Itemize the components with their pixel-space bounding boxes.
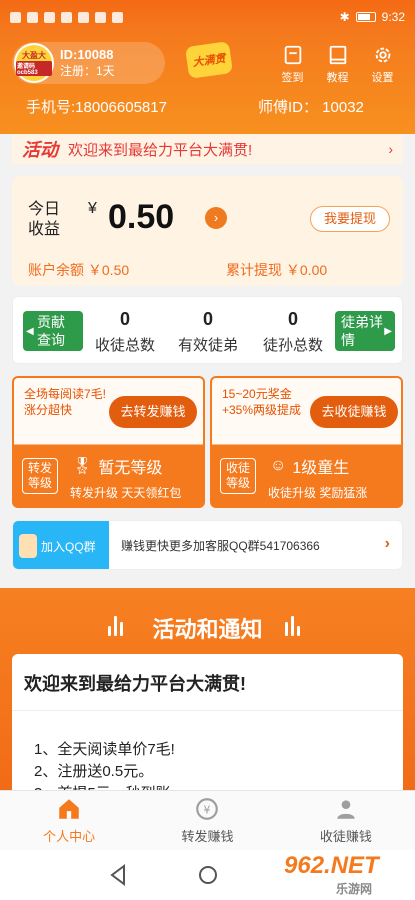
notices-title: 活动和通知 xyxy=(152,617,263,642)
notice-line: 1、全天阅读单价7毛! xyxy=(34,741,175,758)
signal-icon xyxy=(27,11,38,23)
apprentice-details-button[interactable]: 徒弟详情 ▶ xyxy=(335,311,395,351)
recruit-level: ☺ 1级童生 xyxy=(270,457,350,477)
notice-card-title: 欢迎来到最给力平台大满贯! xyxy=(24,674,246,694)
tab-recruit-earn[interactable]: 收徒赚钱 xyxy=(277,791,415,850)
checkin-button[interactable]: 签到 xyxy=(270,44,315,85)
tab-share-earn[interactable]: ¥ 转发赚钱 xyxy=(138,791,276,850)
earnings-detail-button[interactable]: › xyxy=(205,207,227,229)
recruit-level-desc: 收徒升级 奖励猛涨 xyxy=(268,486,368,500)
notification-icon xyxy=(112,11,123,23)
child-face-icon: ☺ xyxy=(270,457,287,474)
share-level-desc: 转发升级 天天领红包 xyxy=(70,486,182,500)
medal-icon: 🎖 xyxy=(72,458,93,475)
share-promo-text: 全场每阅读7毛! 涨分超快 xyxy=(24,387,107,417)
apprentice-stats: ◀ 贡献查询 0 收徒总数 0 有效徒弟 0 徒孙总数 徒弟详情 ▶ xyxy=(12,296,403,364)
settings-button[interactable]: 设置 xyxy=(360,44,405,85)
user-card: 大盈大 邀请码ocb583 ID:10088 注册：1天 xyxy=(12,42,165,84)
stat-total-apprentices: 0 收徒总数 xyxy=(94,309,155,354)
people-icon xyxy=(19,534,37,558)
home-circle-icon[interactable] xyxy=(197,864,219,886)
recruit-earn-card: 15~20元奖金+35%两级提成 去收徒赚钱 收徒等级 ☺ 1级童生 收徒升级 … xyxy=(210,376,403,508)
notification-icon xyxy=(78,11,89,23)
notification-icon xyxy=(95,11,106,23)
chevron-right-icon: › xyxy=(388,141,393,157)
master-id: 师傅ID： 10032 xyxy=(258,99,364,116)
back-icon[interactable] xyxy=(108,864,128,886)
recruit-promo-text: 15~20元奖金+35%两级提成 xyxy=(222,387,302,417)
divider xyxy=(12,710,403,711)
avatar[interactable]: 大盈大 邀请码ocb583 xyxy=(14,43,54,83)
withdraw-button[interactable]: 我要提现 xyxy=(310,206,390,232)
qq-group-banner[interactable]: 加入QQ群 赚钱更快更多加客服QQ群541706366 › xyxy=(12,520,403,570)
user-info: ID:10088 注册：1天 xyxy=(60,46,115,80)
phone-number: 手机号:18006605817 xyxy=(26,99,167,116)
notice-card: 欢迎来到最给力平台大满贯! 1、全天阅读单价7毛! 2、注册送0.5元。 3、首… xyxy=(12,654,403,790)
activity-banner[interactable]: 活动 欢迎来到最给力平台大满贯! › xyxy=(12,134,403,164)
earnings-card: 今日收益 ¥ 0.50 › 我要提现 账户余额 ￥0.50 累计提现 ￥0.00 xyxy=(12,176,403,286)
user-icon xyxy=(337,800,355,819)
header-actions: 签到 教程 设置 xyxy=(270,44,405,85)
profile-header: 大盈大 邀请码ocb583 ID:10088 注册：1天 大满贯 签到 教程 设… xyxy=(0,34,415,134)
chevron-right-icon: ▶ xyxy=(384,326,392,337)
currency-symbol: ¥ xyxy=(88,200,97,217)
notices-section: 活动和通知 欢迎来到最给力平台大满贯! 1、全天阅读单价7毛! 2、注册送0.5… xyxy=(0,588,415,790)
total-withdrawn: 累计提现 ￥0.00 xyxy=(226,262,328,278)
share-level: 🎖 暂无等级 xyxy=(72,458,163,477)
recruit-earn-button[interactable]: 去收徒赚钱 xyxy=(310,396,398,428)
sound-bars-icon xyxy=(285,612,300,636)
share-earn-button[interactable]: 去转发赚钱 xyxy=(109,396,197,428)
chevron-right-icon: › xyxy=(384,535,390,552)
app-logo: 大满贯 xyxy=(184,41,234,79)
contribution-query-button[interactable]: ◀ 贡献查询 xyxy=(23,311,83,351)
recruit-level-badge: 收徒等级 xyxy=(220,458,256,494)
share-earn-card: 全场每阅读7毛! 涨分超快 去转发赚钱 转发等级 🎖 暂无等级 转发升级 天天领… xyxy=(12,376,205,508)
share-level-badge: 转发等级 xyxy=(22,458,58,494)
registered-days: 注册：1天 xyxy=(60,64,115,78)
coin-icon: ¥ xyxy=(196,798,219,820)
stat-grand-apprentices: 0 徒孙总数 xyxy=(262,309,323,354)
qq-group-tag: 加入QQ群 xyxy=(13,521,109,569)
battery-icon xyxy=(355,12,376,22)
calendar-icon xyxy=(284,45,301,65)
tab-profile[interactable]: 个人中心 xyxy=(0,791,138,850)
notification-icon xyxy=(61,11,72,23)
activity-tag: 活动 xyxy=(22,140,58,160)
home-icon xyxy=(59,799,79,819)
bottom-tab-bar: 个人中心 ¥ 转发赚钱 收徒赚钱 xyxy=(0,790,415,850)
tutorial-button[interactable]: 教程 xyxy=(315,44,360,85)
signal-icon xyxy=(10,11,21,23)
chevron-left-icon: ◀ xyxy=(26,326,34,337)
status-icons-right: ✱ 9:32 xyxy=(340,10,405,24)
svg-text:¥: ¥ xyxy=(204,803,211,816)
notice-line: 2、注册送0.5元。 xyxy=(34,763,154,780)
book-icon xyxy=(329,45,346,65)
watermark-logo: 962.NET 乐游网 xyxy=(284,852,379,896)
status-icons-left xyxy=(10,11,123,23)
qq-group-text: 赚钱更快更多加客服QQ群541706366 xyxy=(121,539,320,553)
status-time: 9:32 xyxy=(381,10,405,24)
status-bar: ✱ 9:32 xyxy=(0,0,415,34)
gear-icon xyxy=(375,47,390,63)
stat-valid-apprentices: 0 有效徒弟 xyxy=(177,309,238,354)
activity-text: 欢迎来到最给力平台大满贯! xyxy=(68,141,253,159)
today-earnings-value: 0.50 xyxy=(108,198,175,236)
today-earnings-label: 今日收益 xyxy=(28,201,61,238)
bluetooth-icon: ✱ xyxy=(339,10,350,24)
account-balance: 账户余额 ￥0.50 xyxy=(28,262,130,278)
user-id: ID:10088 xyxy=(60,47,114,62)
wifi-icon xyxy=(44,11,55,23)
notice-line: 3、首提5元，秒到账 xyxy=(34,782,171,790)
